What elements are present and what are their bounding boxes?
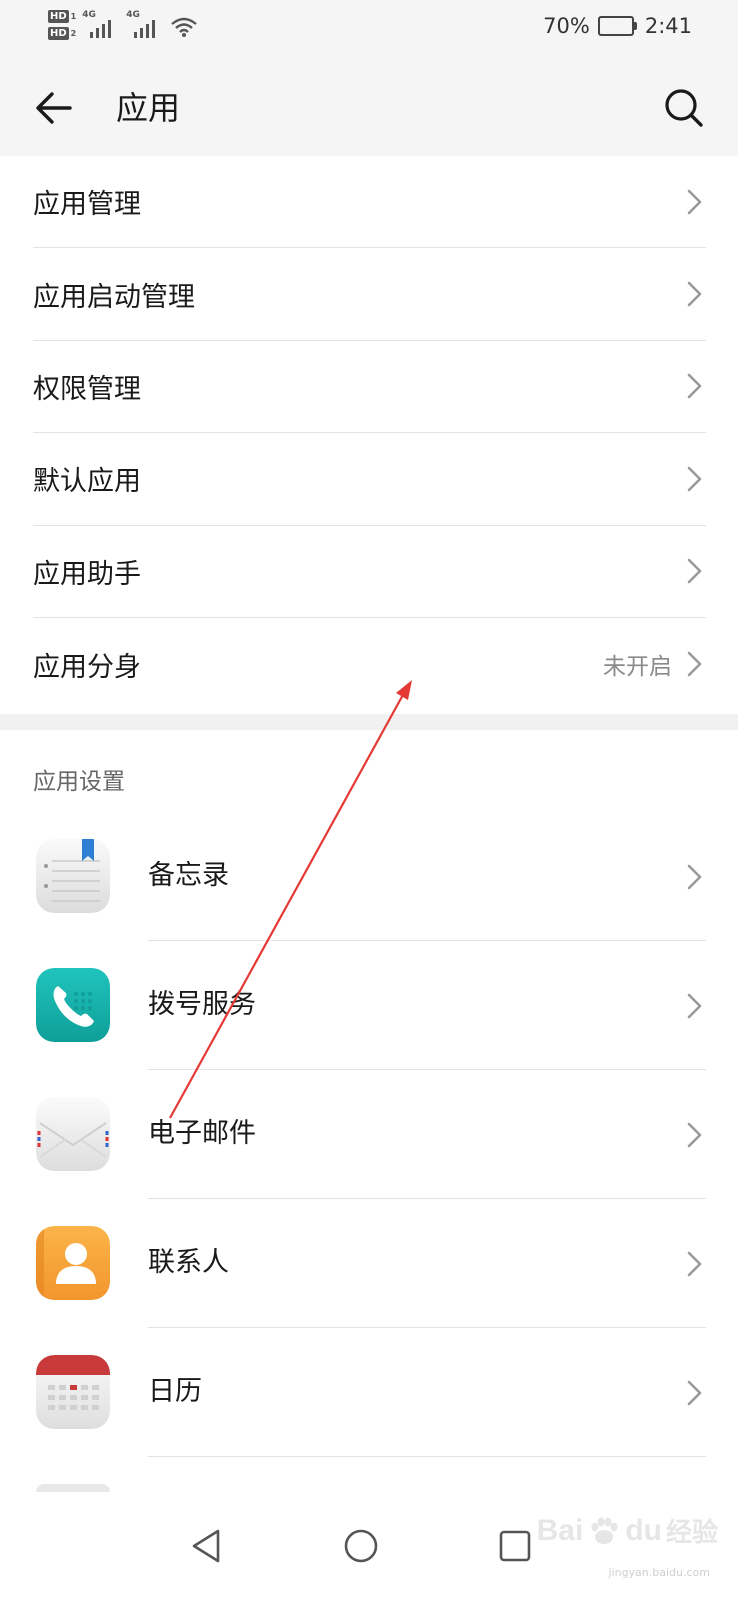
back-button[interactable] [28,82,80,134]
arrow-left-icon [36,92,72,124]
menu-item-app-twin[interactable]: 应用分身 未开启 [33,618,706,710]
watermark-site: 经验 [665,1517,718,1547]
menu-item-default-apps[interactable]: 默认应用 [33,433,706,526]
menu-item-label: 应用管理 [33,189,141,221]
baidu-watermark: Bai du 经验 [537,1512,718,1549]
square-recents-icon [499,1530,531,1562]
section-divider [0,714,738,730]
status-right: 70% 2:41 [543,14,692,38]
sim1-number: 1 [70,12,77,21]
app-item-label: 备忘录 [148,860,229,891]
chevron-right-icon [687,558,702,584]
partial-app-icon [36,1484,110,1492]
chevron-right-icon [687,1380,702,1405]
hd-badge-2: HD [48,27,69,40]
menu-item-label: 默认应用 [33,466,141,498]
chevron-right-icon [687,466,702,492]
triangle-back-icon [192,1529,220,1563]
chevron-right-icon [687,281,702,307]
watermark-url: jingyan.baidu.com [608,1566,710,1579]
app-item-memo[interactable]: 备忘录 [0,812,738,941]
calendar-icon [36,1355,110,1429]
chevron-right-icon [687,993,702,1018]
status-left: HD 1 HD 2 4G 4G [48,10,198,40]
nav-recents-button[interactable] [491,1522,539,1570]
status-bar: HD 1 HD 2 4G 4G 70% 2:41 [0,0,738,60]
search-icon [665,89,703,127]
chevron-right-icon [687,1122,702,1147]
menu-item-label: 应用启动管理 [33,281,195,313]
chevron-right-icon [687,864,702,889]
section-title-app-settings: 应用设置 [33,769,125,795]
app-settings-list: 备忘录 拨号服务 电子邮件 联系人 日历 [0,812,738,1457]
menu-item-label: 应用助手 [33,558,141,590]
app-item-calendar[interactable]: 日历 [0,1328,738,1457]
clock: 2:41 [644,14,692,38]
chevron-right-icon [687,651,702,677]
app-item-dialer[interactable]: 拨号服务 [0,941,738,1070]
menu-item-label: 应用分身 [33,651,141,683]
signal-2: 4G [126,10,164,40]
app-menu-list: 应用管理 应用启动管理 权限管理 默认应用 应用助手 应用分身 未开启 [0,156,738,710]
nav-home-button[interactable] [337,1522,385,1570]
menu-item-label: 权限管理 [33,373,141,405]
battery-icon [597,16,637,36]
menu-item-app-management[interactable]: 应用管理 [33,156,706,249]
chevron-right-icon [687,1251,702,1276]
watermark-brand: Bai [536,1513,584,1547]
app-item-label: 联系人 [148,1247,229,1278]
mail-icon [36,1097,110,1171]
menu-item-app-assistant[interactable]: 应用助手 [33,526,706,618]
watermark-brand-2: du [625,1513,662,1547]
circle-home-icon [344,1529,378,1563]
app-item-contacts[interactable]: 联系人 [0,1199,738,1328]
wifi-icon [171,17,198,37]
chevron-right-icon [687,374,702,399]
divider [148,1456,706,1457]
signal-bars-icon [134,20,156,38]
phone-icon [36,968,110,1042]
chevron-right-icon [687,189,702,214]
app-item-label: 电子邮件 [148,1118,256,1149]
menu-item-app-launch-management[interactable]: 应用启动管理 [33,248,706,341]
sim2-number: 2 [70,29,77,38]
search-button[interactable] [658,82,710,134]
notepad-icon [36,839,110,913]
hd-badge-1: HD [48,10,69,23]
battery-percent: 70% [543,14,590,38]
sim-indicators: HD 1 HD 2 [48,10,76,40]
menu-item-permission-management[interactable]: 权限管理 [33,341,706,434]
app-item-label: 日历 [148,1376,202,1407]
signal-1: 4G [82,10,120,40]
page-title: 应用 [116,89,181,127]
app-twin-status: 未开启 [603,654,672,681]
contacts-icon [36,1226,110,1300]
nav-back-button[interactable] [182,1522,230,1570]
paw-logo-icon [591,1517,618,1544]
app-bar: 应用 [0,60,738,156]
app-item-email[interactable]: 电子邮件 [0,1070,738,1199]
signal-bars-icon [90,20,112,38]
app-item-label: 拨号服务 [148,989,256,1020]
